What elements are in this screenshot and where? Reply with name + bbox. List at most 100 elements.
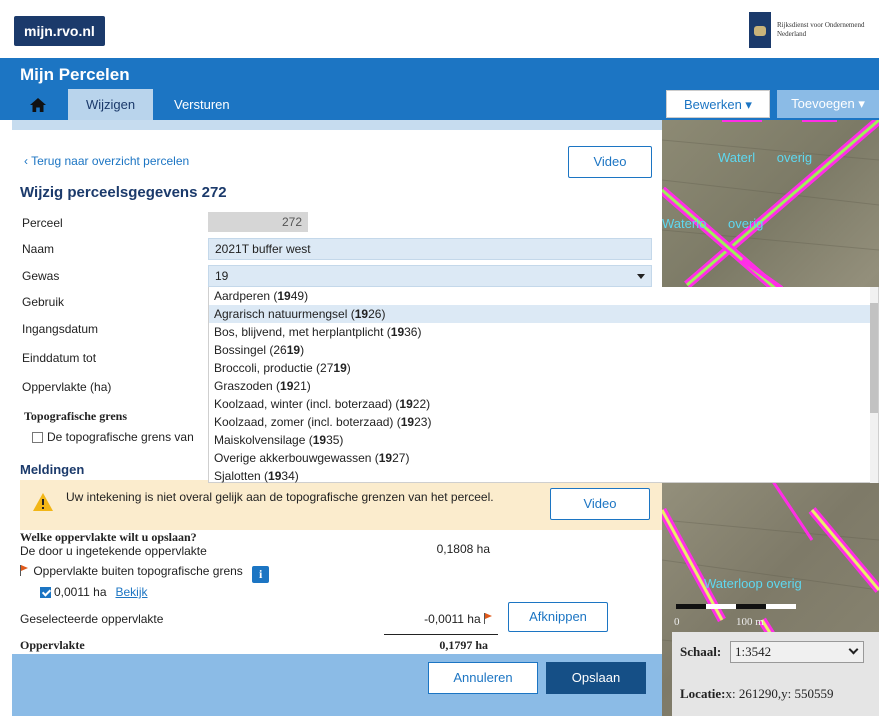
schaal-label: Schaal: [680, 644, 722, 659]
total-divider [384, 634, 498, 635]
gewas-option-text: 36) [404, 325, 422, 339]
gewas-option-match: 19 [280, 379, 294, 393]
gewas-option-text: ) [300, 343, 305, 357]
outside-area-value: 0,0011 ha [54, 585, 107, 599]
gewas-option-text: Koolzaad, zomer (incl. boterzaad) ( [214, 415, 401, 429]
tab-wijzigen[interactable]: Wijzigen [68, 89, 154, 120]
outside-area-label: Oppervlakte buiten topografische grens [33, 564, 243, 578]
naam-label: Naam [22, 242, 55, 256]
drawn-area-label: De door u ingetekende oppervlakte [20, 544, 207, 558]
gewas-input-text: 19 [215, 269, 229, 283]
topo-checkbox[interactable] [32, 431, 43, 443]
gewas-option[interactable]: Maiskolvensilage (1935) [209, 431, 878, 449]
gewas-option[interactable]: Broccoli, productie (2719) [209, 359, 878, 377]
form-footer: Annuleren Opslaan [12, 654, 662, 716]
topo-checkbox-label: De topografische grens van [47, 430, 194, 444]
gebruik-label: Gebruik [22, 295, 65, 309]
gewas-option[interactable]: Graszoden (1921) [209, 377, 878, 395]
gewas-option-text: Koolzaad, winter (incl. boterzaad) ( [214, 397, 400, 411]
locatie-value: x: 261290,y: 550559 [725, 686, 834, 701]
government-logo: Rijksdienst voor Ondernemend Nederland [749, 10, 869, 50]
flag-icon [20, 565, 30, 576]
panel-divider [12, 120, 662, 130]
total-area-value: 0,1797 ha [439, 638, 488, 652]
selected-area-value-row: -0,0011 ha [384, 612, 494, 626]
oppervlakte-label: Oppervlakte (ha) [22, 380, 112, 394]
outside-area-checkbox[interactable] [40, 586, 51, 598]
warning-video-button[interactable]: Video [550, 488, 650, 520]
warning-message: Uw intekening is niet overal gelijk aan … [20, 480, 662, 530]
crest-icon [749, 12, 771, 48]
gewas-option-text: Maiskolvensilage ( [214, 433, 313, 447]
gewas-option-match: 19 [277, 289, 291, 303]
gewas-option-match: 19 [378, 451, 393, 465]
edit-menu-button[interactable]: Bewerken ▾ [666, 90, 770, 118]
drawn-area-value: 0,1808 ha [436, 542, 490, 556]
perceel-field: 272 [208, 212, 308, 232]
topo-checkbox-row[interactable]: De topografische grens van [32, 430, 194, 444]
gewas-label: Gewas [22, 269, 60, 283]
add-menu-button[interactable]: Toevoegen ▾ [777, 90, 879, 118]
cancel-button[interactable]: Annuleren [428, 662, 538, 694]
gewas-option-match: 19 [312, 433, 327, 447]
gewas-option[interactable]: Bos, blijvend, met herplantplicht (1936) [209, 323, 878, 341]
locatie-label: Locatie: [680, 686, 726, 701]
back-to-overview-link[interactable]: ‹ Terug naar overzicht percelen [24, 154, 189, 168]
info-icon[interactable]: i [252, 566, 270, 583]
government-name: Rijksdienst voor Ondernemend Nederland [777, 21, 865, 38]
save-button[interactable]: Opslaan [546, 662, 646, 694]
gewas-option[interactable]: Koolzaad, winter (incl. boterzaad) (1922… [209, 395, 878, 413]
app-header: Mijn Percelen Wijzigen Versturen Bewerke… [0, 58, 879, 120]
map-info-panel: Schaal: 1:3542 Locatie:x: 261290,y: 5505… [672, 632, 879, 716]
tab-versturen[interactable]: Versturen [156, 89, 248, 120]
gewas-option-text: Bos, blijvend, met herplantplicht ( [214, 325, 391, 339]
gewas-option-match: 19 [354, 307, 369, 321]
perceel-label: Perceel [22, 216, 63, 230]
dropdown-scrollbar[interactable] [870, 287, 878, 483]
gewas-option-text: 22) [412, 397, 431, 411]
location-readout: Locatie:x: 261290,y: 550559 [680, 686, 833, 702]
bekijk-link[interactable]: Bekijk [116, 585, 148, 599]
outside-area-check-row[interactable]: 0,0011 ha Bekijk [40, 585, 148, 599]
gewas-option-text: 34) [281, 469, 299, 483]
scale-value: 1:3542 [735, 644, 772, 659]
topografische-grens-heading: Topografische grens [24, 409, 128, 423]
page-title: Wijzig perceelsgegevens 272 [20, 184, 227, 201]
warning-text: Uw intekening is niet overal gelijk aan … [66, 490, 494, 504]
gewas-option-match: 19 [286, 343, 301, 357]
gewas-option-text: Overige akkerbouwgewassen ( [214, 451, 379, 465]
gewas-option[interactable]: Agrarisch natuurmengsel (1926) [209, 305, 878, 323]
gewas-dropdown-list[interactable]: Aardperen (1949) Agrarisch natuurmengsel … [208, 287, 879, 483]
dropdown-scrollbar-thumb[interactable] [870, 303, 878, 413]
area-question: Welke oppervlakte wilt u opslaan? [20, 530, 197, 544]
gewas-option-text: 49) [290, 289, 309, 303]
gewas-options: Aardperen (1949) Agrarisch natuurmengsel … [209, 287, 878, 485]
gewas-option-match: 19 [400, 415, 415, 429]
naam-field[interactable]: 2021T buffer west [208, 238, 652, 260]
home-button[interactable] [24, 91, 52, 118]
gewas-option-match: 19 [399, 397, 413, 411]
gewas-option-text: 26) [368, 307, 386, 321]
scale-end-label: 100 m [736, 616, 764, 628]
gewas-option[interactable]: Koolzaad, zomer (incl. boterzaad) (1923) [209, 413, 878, 431]
video-button[interactable]: Video [568, 146, 652, 178]
map-label-waterloop-1: Waterl overig [718, 150, 813, 165]
top-bar: mijn.rvo.nl Rijksdienst voor Ondernemend… [0, 0, 879, 58]
scale-select[interactable]: 1:3542 [730, 641, 864, 663]
portal-logo[interactable]: mijn.rvo.nl [14, 16, 105, 46]
gewas-option[interactable]: Aardperen (1949) [209, 287, 878, 305]
dropdown-arrow-icon[interactable] [637, 274, 645, 279]
gewas-option[interactable]: Sjalotten (1934) [209, 467, 878, 485]
gewas-option-text: 21) [293, 379, 311, 393]
gewas-option-text: 23) [414, 415, 432, 429]
gewas-option[interactable]: Bossingel (2619) [209, 341, 878, 359]
flag-icon [484, 613, 494, 624]
gewas-option[interactable]: Overige akkerbouwgewassen (1927) [209, 449, 878, 467]
gewas-option-text: Sjalotten ( [214, 469, 269, 483]
gewas-combobox[interactable]: 19 [208, 265, 652, 287]
afknippen-button[interactable]: Afknippen [508, 602, 608, 632]
outside-area-row: Oppervlakte buiten topografische grens i [20, 564, 270, 583]
gewas-option-match: 19 [390, 325, 405, 339]
chevron-down-icon [848, 644, 859, 655]
gewas-option-text: Bossingel (26 [214, 343, 287, 357]
